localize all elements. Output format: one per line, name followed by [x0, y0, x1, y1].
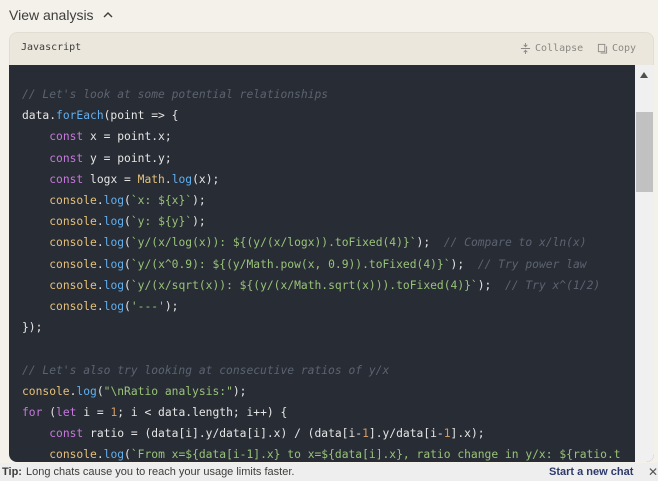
- view-analysis-toggle[interactable]: View analysis: [9, 6, 114, 24]
- code-line: console.log('---');: [49, 300, 179, 314]
- copy-icon: [597, 43, 608, 54]
- code-line: console.log(`y/(x/sqrt(x)): ${(y/(x/Math…: [49, 278, 601, 292]
- code-line: const logx = Math.log(x);: [49, 172, 220, 186]
- close-icon[interactable]: ✕: [648, 466, 658, 478]
- code-panel: Javascript Collapse Copy // Let's look a…: [9, 32, 654, 462]
- code-scrollbar[interactable]: [635, 65, 654, 462]
- code-line: const y = point.y;: [49, 151, 172, 165]
- code-line: console.log(`y: ${y}`);: [49, 215, 206, 229]
- collapse-button[interactable]: Collapse: [520, 40, 583, 56]
- code-line: const ratio = (data[i].y/data[i].x) / (d…: [49, 427, 485, 441]
- code-line: console.log(`y/(x/log(x)): ${(y/(x/logx)…: [49, 236, 587, 250]
- code-line: console.log(`x: ${x}`);: [49, 194, 206, 208]
- code-line: console.log("\nRatio analysis:");: [22, 384, 247, 398]
- copy-button[interactable]: Copy: [597, 40, 636, 56]
- code-line: });: [22, 321, 43, 335]
- collapse-icon: [520, 42, 531, 54]
- tip-label: Tip:: [2, 466, 22, 478]
- code-language-label: Javascript: [21, 42, 82, 53]
- code-line: console.log(`From x=${data[i-1].x} to x=…: [49, 448, 621, 462]
- scroll-up-arrow-icon[interactable]: [640, 72, 648, 78]
- copy-label: Copy: [612, 42, 637, 54]
- scrollbar-thumb[interactable]: [636, 112, 653, 192]
- code-content: // Let's look at some potential relation…: [22, 84, 621, 462]
- code-line: const x = point.x;: [49, 130, 172, 144]
- code-line: // Let's look at some potential relation…: [22, 88, 329, 101]
- code-panel-header: Javascript Collapse Copy: [9, 32, 654, 65]
- start-new-chat-link[interactable]: Start a new chat: [549, 466, 633, 478]
- view-analysis-label: View analysis: [9, 7, 94, 23]
- tip-text: Long chats cause you to reach your usage…: [26, 466, 295, 478]
- chevron-up-icon: [103, 12, 113, 18]
- code-line: data.forEach(point => {: [22, 109, 179, 123]
- code-line: // Let's also try looking at consecutive…: [22, 363, 390, 377]
- tip-bar: Tip: Long chats cause you to reach your …: [0, 463, 658, 481]
- collapse-label: Collapse: [535, 42, 584, 54]
- code-line: for (let i = 1; i < data.length; i++) {: [22, 406, 288, 420]
- code-area: // Let's look at some potential relation…: [9, 65, 654, 462]
- code-line: console.log(`y/(x^0.9): ${(y/Math.pow(x,…: [49, 257, 587, 271]
